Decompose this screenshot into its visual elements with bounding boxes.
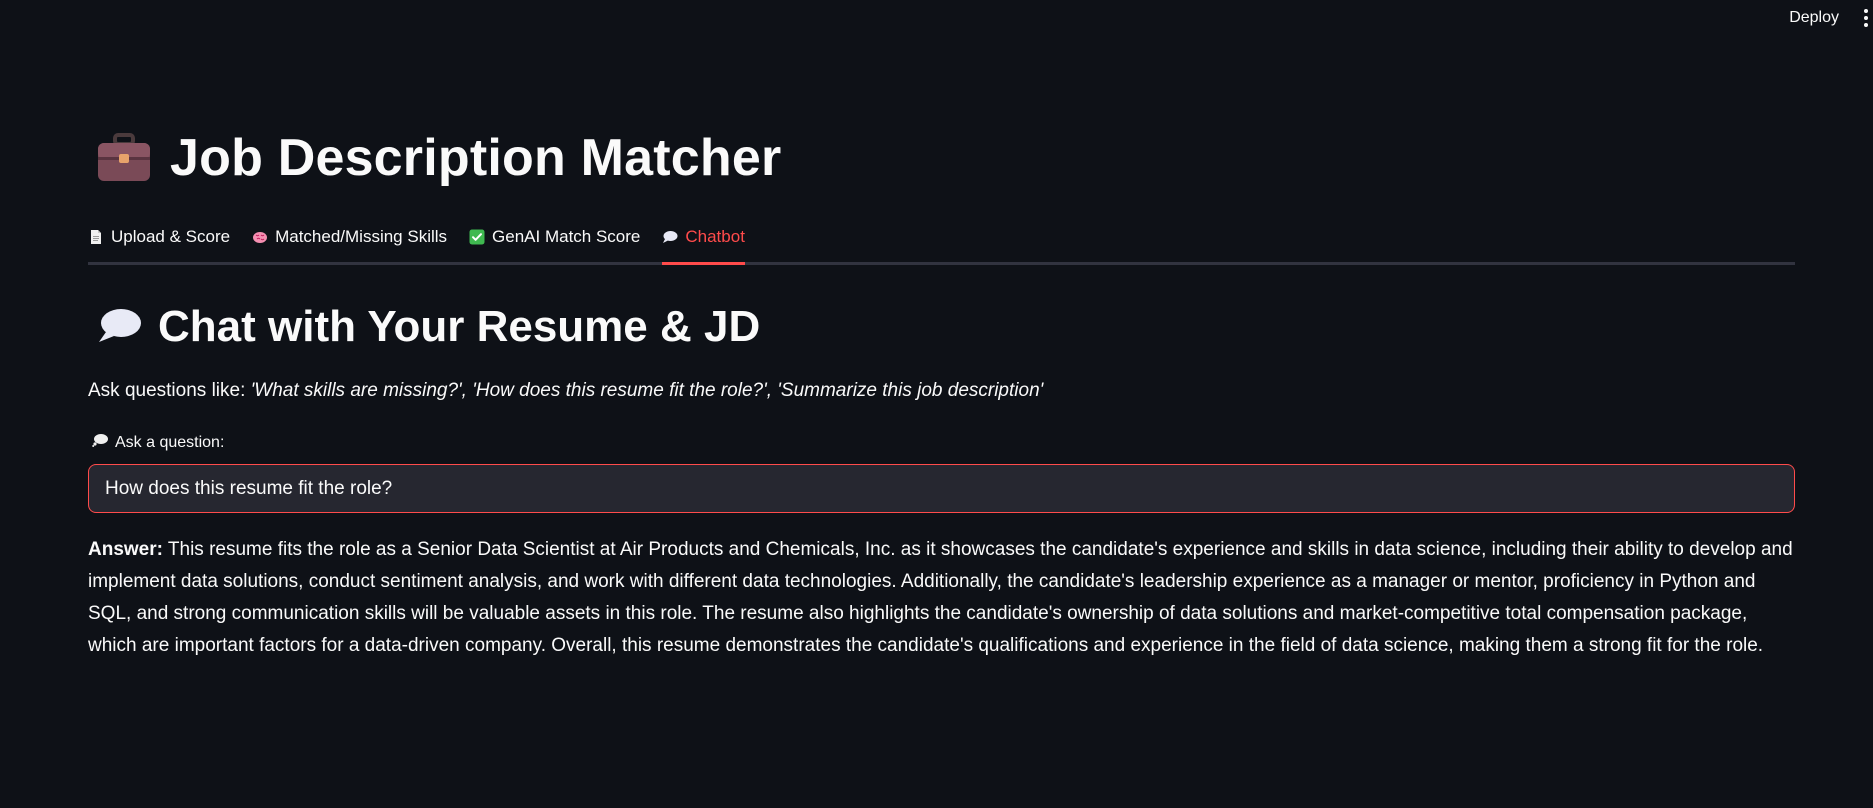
app-root: Deploy Job Description Matcher Upload & …: [0, 0, 1873, 808]
speech-balloon-icon: [662, 229, 678, 245]
section-title: Chat with Your Resume & JD: [158, 302, 761, 351]
tab-bar: Upload & Score Matched/Missing Skills Ge…: [88, 218, 1795, 265]
question-label: Ask a question:: [92, 433, 224, 452]
speech-balloon-icon: [96, 305, 142, 350]
tab-genai-match-score[interactable]: GenAI Match Score: [469, 218, 640, 252]
question-label-text: Ask a question:: [115, 433, 225, 451]
answer-text: This resume fits the role as a Senior Da…: [88, 539, 1793, 656]
page-title: Job Description Matcher: [170, 129, 782, 187]
page-header: Job Description Matcher: [96, 128, 781, 188]
kebab-menu-icon[interactable]: [1859, 7, 1873, 29]
tab-label: Chatbot: [685, 227, 745, 246]
question-input[interactable]: [88, 464, 1795, 513]
hint-examples: 'What skills are missing?', 'How does th…: [250, 380, 1044, 401]
answer-block: Answer: This resume fits the role as a S…: [88, 534, 1795, 662]
tab-label: GenAI Match Score: [492, 227, 641, 246]
page-icon: [88, 229, 104, 245]
section-header: Chat with Your Resume & JD: [96, 302, 760, 352]
top-toolbar: Deploy: [1783, 0, 1873, 36]
briefcase-icon: [96, 133, 152, 183]
tab-label: Upload & Score: [111, 227, 231, 246]
check-mark-icon: [469, 229, 485, 245]
tab-label: Matched/Missing Skills: [275, 227, 448, 246]
example-questions-hint: Ask questions like: 'What skills are mis…: [88, 380, 1043, 402]
tab-chatbot[interactable]: Chatbot: [662, 218, 745, 265]
hint-prefix: Ask questions like:: [88, 380, 251, 401]
tab-matched-missing-skills[interactable]: Matched/Missing Skills: [252, 218, 447, 252]
thought-balloon-icon: [92, 433, 108, 452]
tab-upload-score[interactable]: Upload & Score: [88, 218, 230, 252]
deploy-button[interactable]: Deploy: [1783, 5, 1845, 31]
brain-icon: [252, 229, 268, 245]
answer-label: Answer:: [88, 539, 163, 560]
